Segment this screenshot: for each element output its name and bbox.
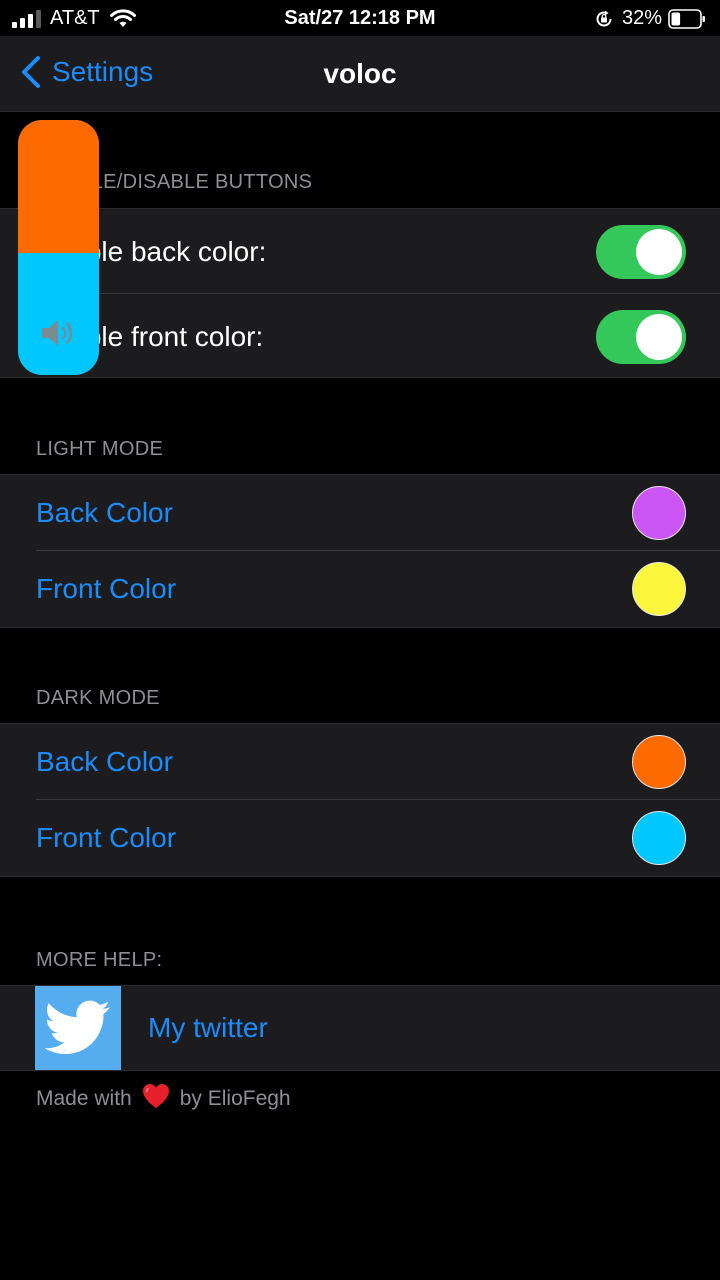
section-header-help: MORE HELP:	[36, 949, 163, 971]
enable-front-color-toggle[interactable]	[596, 309, 686, 364]
dark-front-color-row[interactable]: Front Color	[0, 800, 720, 876]
help-group: My twitter	[0, 985, 720, 1071]
light-back-color-row[interactable]: Back Color	[0, 475, 720, 551]
heart-icon	[142, 1083, 170, 1115]
dark-mode-group: Back Color Front Color	[0, 723, 720, 877]
dark-front-color-label: Front Color	[36, 822, 177, 853]
enable-back-color-toggle[interactable]	[596, 224, 686, 279]
dark-back-color-swatch[interactable]	[632, 735, 686, 789]
footer-suffix: by ElioFegh	[179, 1087, 291, 1110]
dark-back-color-row[interactable]: Back Color	[0, 724, 720, 800]
status-right: 32%	[594, 7, 706, 30]
enable-front-color-row: Enable front color:	[0, 294, 720, 379]
volume-level-fill	[18, 120, 99, 253]
footer: Made with by ElioFegh	[36, 1083, 291, 1115]
page-title: voloc	[323, 58, 397, 89]
battery-percent: 32%	[621, 7, 662, 29]
navigation-bar: Settings voloc	[0, 36, 720, 112]
twitter-bird-icon	[35, 986, 121, 1070]
light-front-color-row[interactable]: Front Color	[0, 551, 720, 627]
footer-prefix: Made with	[36, 1087, 132, 1110]
section-header-dark: DARK MODE	[36, 687, 160, 709]
speaker-icon	[42, 320, 73, 346]
light-front-color-label: Front Color	[36, 573, 177, 604]
dark-front-color-swatch[interactable]	[632, 811, 686, 865]
battery-icon	[668, 8, 705, 29]
twitter-link-label: My twitter	[148, 1012, 268, 1043]
dark-back-color-label: Back Color	[36, 746, 173, 777]
status-bar: AT&T Sat/27 12:18 PM 32%	[0, 0, 720, 36]
twitter-row[interactable]: My twitter	[0, 986, 720, 1070]
enable-group: Enable back color: Enable front color:	[0, 208, 720, 378]
orientation-lock-icon	[596, 10, 612, 26]
toggle-knob	[636, 313, 682, 360]
light-front-color-swatch[interactable]	[632, 562, 686, 616]
section-header-light: LIGHT MODE	[36, 438, 164, 460]
enable-back-color-row: Enable back color:	[0, 209, 720, 294]
light-mode-group: Back Color Front Color	[0, 474, 720, 628]
light-back-color-swatch[interactable]	[632, 486, 686, 540]
toggle-knob	[636, 228, 682, 275]
volume-hud[interactable]	[18, 120, 99, 375]
light-back-color-label: Back Color	[36, 497, 173, 528]
